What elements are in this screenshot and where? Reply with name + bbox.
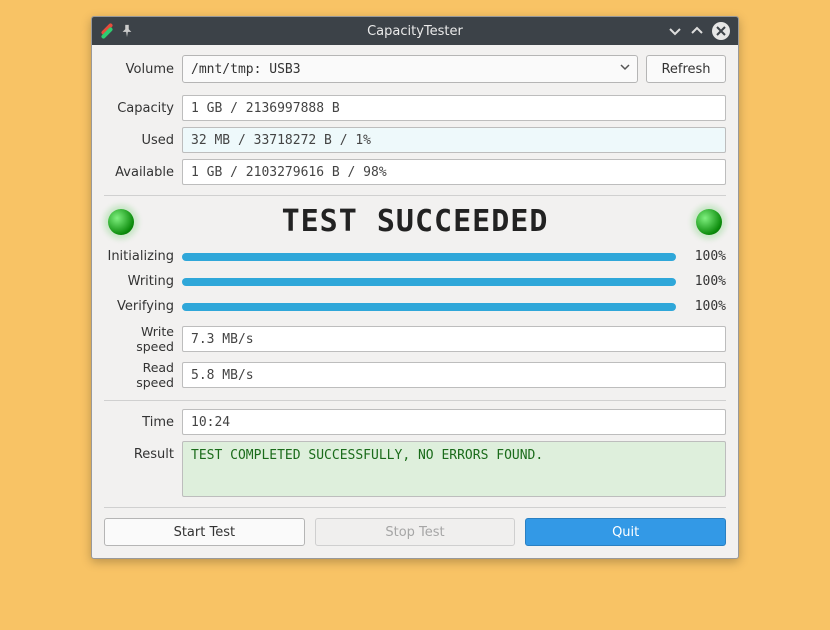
verifying-pct: 100%	[676, 299, 726, 314]
stop-test-button: Stop Test	[315, 518, 516, 546]
write-speed-field: 7.3 MB/s	[182, 326, 726, 352]
divider	[104, 507, 726, 508]
read-speed-label: Read speed	[104, 360, 182, 390]
refresh-button[interactable]: Refresh	[646, 55, 726, 83]
content-area: Volume /mnt/tmp: USB3 Refresh Capacity 1…	[92, 45, 738, 558]
initializing-progress	[182, 253, 676, 261]
chevron-down-icon	[619, 61, 631, 77]
available-label: Available	[104, 165, 182, 180]
status-headline: TEST SUCCEEDED	[282, 204, 549, 239]
status-row: TEST SUCCEEDED	[104, 204, 726, 239]
volume-label: Volume	[104, 62, 182, 77]
used-label: Used	[104, 133, 182, 148]
writing-label: Writing	[104, 274, 182, 289]
status-led-right-icon	[696, 209, 722, 235]
time-field: 10:24	[182, 409, 726, 435]
app-icon	[100, 24, 114, 38]
capacity-label: Capacity	[104, 101, 182, 116]
writing-pct: 100%	[676, 274, 726, 289]
divider	[104, 195, 726, 196]
used-field: 32 MB / 33718272 B / 1%	[182, 127, 726, 153]
close-icon[interactable]	[712, 22, 730, 40]
initializing-pct: 100%	[676, 249, 726, 264]
verifying-progress	[182, 303, 676, 311]
maximize-icon[interactable]	[690, 24, 704, 38]
quit-button[interactable]: Quit	[525, 518, 726, 546]
volume-value: /mnt/tmp: USB3	[191, 62, 301, 77]
result-field: TEST COMPLETED SUCCESSFULLY, NO ERRORS F…	[182, 441, 726, 497]
volume-select[interactable]: /mnt/tmp: USB3	[182, 55, 638, 83]
time-label: Time	[104, 415, 182, 430]
result-label: Result	[104, 441, 182, 462]
minimize-icon[interactable]	[668, 24, 682, 38]
titlebar[interactable]: CapacityTester	[92, 17, 738, 45]
window-title: CapacityTester	[92, 24, 738, 39]
pin-icon[interactable]	[120, 24, 134, 38]
read-speed-field: 5.8 MB/s	[182, 362, 726, 388]
available-field: 1 GB / 2103279616 B / 98%	[182, 159, 726, 185]
initializing-label: Initializing	[104, 249, 182, 264]
capacity-field: 1 GB / 2136997888 B	[182, 95, 726, 121]
divider	[104, 400, 726, 401]
start-test-button[interactable]: Start Test	[104, 518, 305, 546]
app-window: CapacityTester Volume /mnt/tmp: USB3	[91, 16, 739, 559]
verifying-label: Verifying	[104, 299, 182, 314]
write-speed-label: Write speed	[104, 324, 182, 354]
writing-progress	[182, 278, 676, 286]
status-led-left-icon	[108, 209, 134, 235]
